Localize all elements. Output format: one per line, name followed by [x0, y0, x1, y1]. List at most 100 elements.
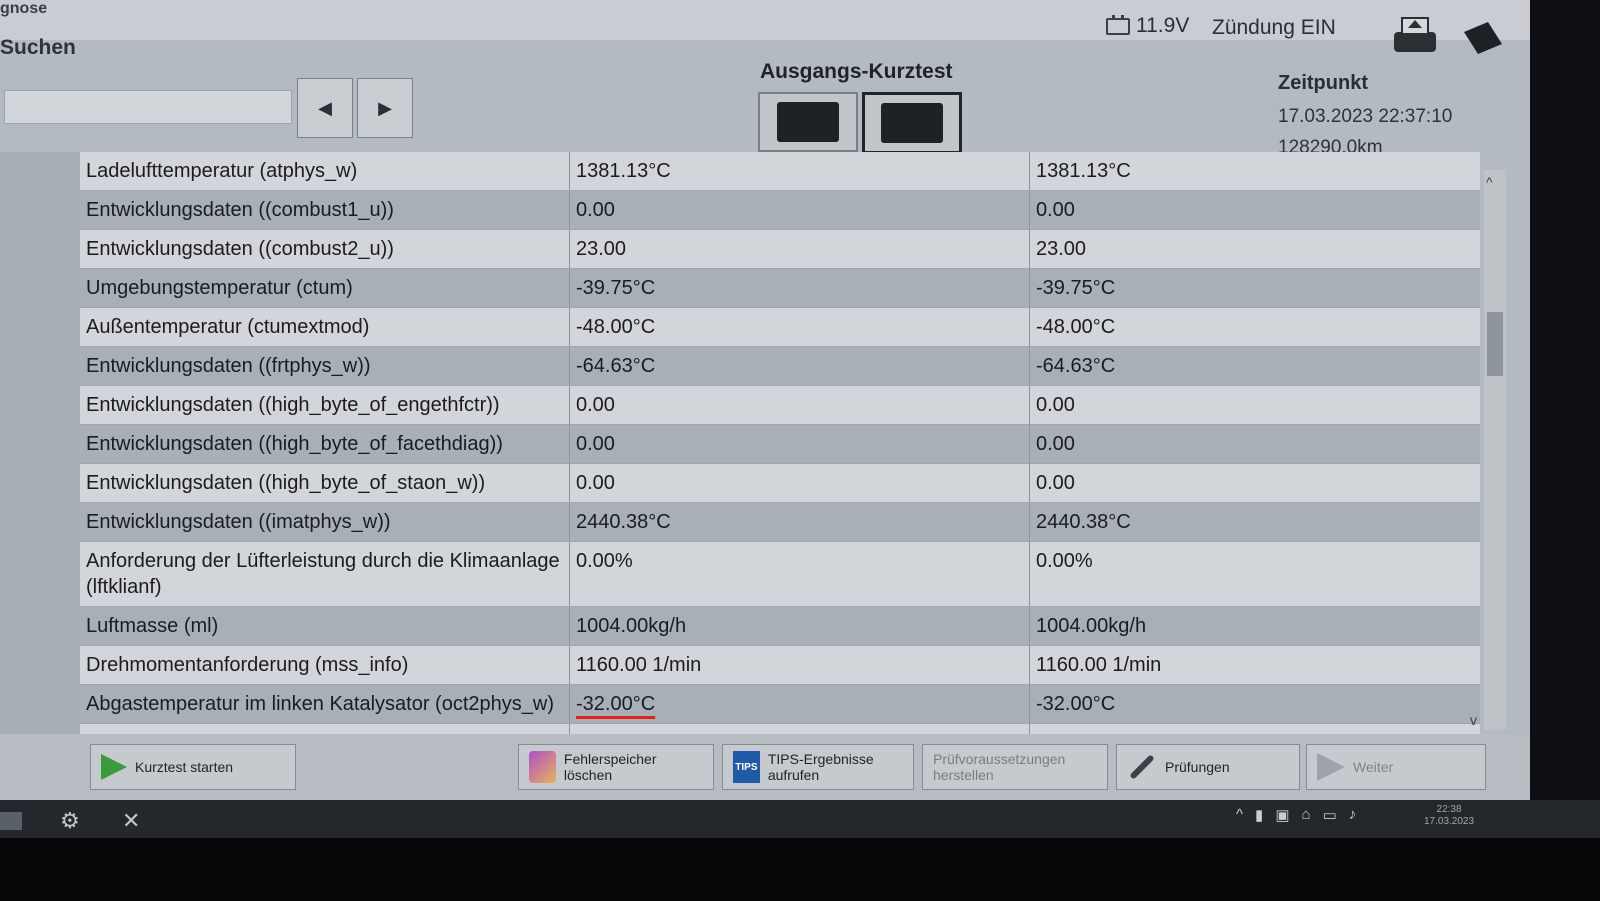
value-cell-1: 1381.13°C — [570, 152, 1030, 190]
wrench-icon — [1129, 754, 1155, 780]
table-row[interactable]: Drehmomentanforderung (mss_info) 1160.00 … — [80, 646, 1480, 685]
value-cell-1: 1004.00kg/h — [570, 607, 1030, 645]
prev-button[interactable]: ◀ — [297, 78, 353, 138]
ignition-status: Zündung EIN — [1212, 16, 1336, 39]
mode-button-inbound[interactable] — [862, 92, 962, 154]
table-row[interactable]: Außentemperatur (ctumextmod) -48.00°C -48.… — [80, 308, 1480, 347]
value-cell-1: 0.00 — [570, 386, 1030, 424]
print-icon[interactable] — [1390, 14, 1440, 58]
mode-button-outbound[interactable] — [758, 92, 858, 152]
param-name-cell: Drehmomentanforderung (mss_info) — [80, 646, 570, 684]
start-quicktest-button[interactable]: Kurztest starten — [90, 744, 296, 790]
table-row[interactable]: Entwicklungsdaten ((imatphys_w)) 2440.38°… — [80, 503, 1480, 542]
value-cell-1: -39.75°C — [570, 269, 1030, 307]
value-cell-1: 23.00 — [570, 230, 1030, 268]
value-cell-1: 1160.00 1/min — [570, 646, 1030, 684]
value-cell-2: 128.50°C — [1030, 724, 1480, 734]
test-prerequisites-button[interactable]: Prüfvoraussetzungen herstellen — [922, 744, 1108, 790]
param-name-cell: Außentemperatur (ctumextmod) — [80, 308, 570, 346]
param-name-cell: Luftmasse (ml) — [80, 607, 570, 645]
param-name-cell: Entwicklungsdaten ((combust2_u)) — [80, 230, 570, 268]
search-input[interactable] — [4, 90, 292, 124]
scrollbar[interactable] — [1484, 170, 1506, 730]
clear-fault-memory-label: Fehlerspeicher löschen — [563, 751, 657, 783]
tray-clock-date: 17.03.2023 — [1424, 816, 1475, 827]
next-step-label: Weiter — [1353, 759, 1394, 775]
param-name-cell: Ladelufttemperatur (atphys_w) — [80, 152, 570, 190]
gear-icon[interactable]: ⚙ — [60, 808, 86, 834]
table-row[interactable]: Anforderung der Lüfterleistung durch die… — [80, 542, 1480, 607]
param-name-cell: Entwicklungsdaten ((frtphys_w)) — [80, 347, 570, 385]
next-step-button[interactable]: Weiter — [1306, 744, 1486, 790]
value-cell-1: 0.00% — [570, 542, 1030, 606]
table-row[interactable]: Entwicklungsdaten ((combust1_u)) 0.00 0.00 — [80, 191, 1480, 230]
clear-fault-memory-button[interactable]: Fehlerspeicher löschen — [518, 744, 714, 790]
eraser-icon — [529, 751, 556, 783]
table-row[interactable]: Entwicklungsdaten ((high_byte_of_engethf… — [80, 386, 1480, 425]
test-prerequisites-label: Prüfvoraussetzungen herstellen — [933, 751, 1066, 783]
value-cell-1: 128.50°C — [570, 724, 1030, 734]
scroll-down-icon[interactable]: v — [1470, 712, 1477, 728]
table-row[interactable]: Entwicklungsdaten ((frtphys_w)) -64.63°C -… — [80, 347, 1480, 386]
car-return-icon — [881, 103, 943, 143]
start-quicktest-label: Kurztest starten — [135, 759, 234, 775]
table-row[interactable]: Ladelufttemperatur (atphys_w) 1381.13°C 13… — [80, 152, 1480, 191]
diagnostic-screen: gnose 11.9V Zündung EIN Suchen ◀ ▶ Ausga… — [0, 0, 1530, 800]
os-taskbar — [0, 800, 1600, 838]
table-row[interactable]: Entwicklungsdaten ((high_byte_of_facethd… — [80, 425, 1480, 464]
value-cell-2: 0.00 — [1036, 472, 1075, 494]
battery-icon — [1106, 15, 1130, 35]
book-icon[interactable] — [1460, 18, 1506, 58]
table-row[interactable]: Abgastemperatur im linken Katalysator (o… — [80, 685, 1480, 724]
search-label: Suchen — [0, 36, 76, 59]
table-row[interactable]: Umgebungstemperatur (ctum) -39.75°C -39.75… — [80, 269, 1480, 308]
value-cell-1: -32.00°C — [570, 685, 1030, 723]
value-cell-2: 1160.00 1/min — [1036, 654, 1162, 676]
tips-results-button[interactable]: TIPS TIPS-Ergebnisse aufrufen — [722, 744, 914, 790]
close-tools-icon[interactable]: ✕ — [122, 808, 140, 834]
chevron-up-icon[interactable]: ^ — [1236, 806, 1243, 824]
network-icon[interactable]: ▮ — [1255, 806, 1263, 824]
start-menu-icon[interactable] — [0, 812, 22, 830]
value-cell-2: 2440.38°C — [1036, 511, 1131, 533]
param-name-cell: Entwicklungsdaten ((imatphys_w)) — [80, 503, 570, 541]
value-cell-1: -48.00°C — [570, 308, 1030, 346]
value-cell-2: -32.00°C — [1036, 693, 1116, 715]
param-name-cell: Entwicklungsdaten ((combust1_u)) — [80, 191, 570, 229]
car-transfer-icon — [777, 102, 839, 142]
tray-clock[interactable]: 22:38 17.03.2023 — [1424, 804, 1474, 828]
timestamp-label: Zeitpunkt — [1278, 72, 1368, 94]
volume-icon[interactable]: ♪ — [1349, 806, 1357, 824]
value-cell-2: 0.00 — [1036, 433, 1075, 455]
tests-label: Prüfungen — [1165, 759, 1230, 775]
param-name-cell: Umgebungstemperatur (ctum) — [80, 269, 570, 307]
value-cell-2: 0.00 — [1036, 394, 1075, 416]
value-cell-2: 23.00 — [1036, 238, 1087, 260]
table-row[interactable]: Entwicklungsdaten ((combust2_u)) 23.00 23.… — [80, 230, 1480, 269]
window-title: gnose — [0, 0, 48, 17]
value-cell-2: 1381.13°C — [1036, 160, 1131, 182]
play-icon — [101, 754, 127, 780]
param-name-cell: Abgastemperatur im linken Katalysator (o… — [80, 685, 570, 723]
arrow-right-icon — [1317, 753, 1345, 781]
home-icon[interactable]: ⌂ — [1302, 806, 1311, 824]
tips-icon: TIPS — [733, 751, 760, 783]
param-name-cell: Entwicklungsdaten ((high_byte_of_engethf… — [80, 386, 570, 424]
display-icon[interactable]: ▭ — [1323, 806, 1337, 824]
next-button[interactable]: ▶ — [357, 78, 413, 138]
value-cell-1: 0.00 — [570, 191, 1030, 229]
scroll-thumb[interactable] — [1487, 312, 1503, 376]
value-cell-1: 0.00 — [570, 464, 1030, 502]
table-row[interactable]: Luftmasse (ml) 1004.00kg/h 1004.00kg/h — [80, 607, 1480, 646]
values-table[interactable]: Ladelufttemperatur (atphys_w) 1381.13°C 13… — [80, 152, 1480, 734]
value-cell-2: -48.00°C — [1036, 316, 1116, 338]
system-tray: ^ ▮ ▣ ⌂ ▭ ♪ — [1236, 806, 1356, 824]
tips-results-label: TIPS-Ergebnisse aufrufen — [767, 751, 874, 783]
table-row[interactable]: Entwicklungsdaten ((high_byte_of_staon_w… — [80, 464, 1480, 503]
lock-icon[interactable]: ▣ — [1275, 806, 1289, 824]
tests-button[interactable]: Prüfungen — [1116, 744, 1300, 790]
monitor-bezel — [0, 838, 1600, 901]
table-row[interactable]: Abgastemperatur im rechten Katalysator (… — [80, 724, 1480, 734]
param-name-cell: Abgastemperatur im rechten Katalysator (… — [80, 724, 570, 734]
scroll-up-icon[interactable]: ^ — [1486, 174, 1493, 190]
